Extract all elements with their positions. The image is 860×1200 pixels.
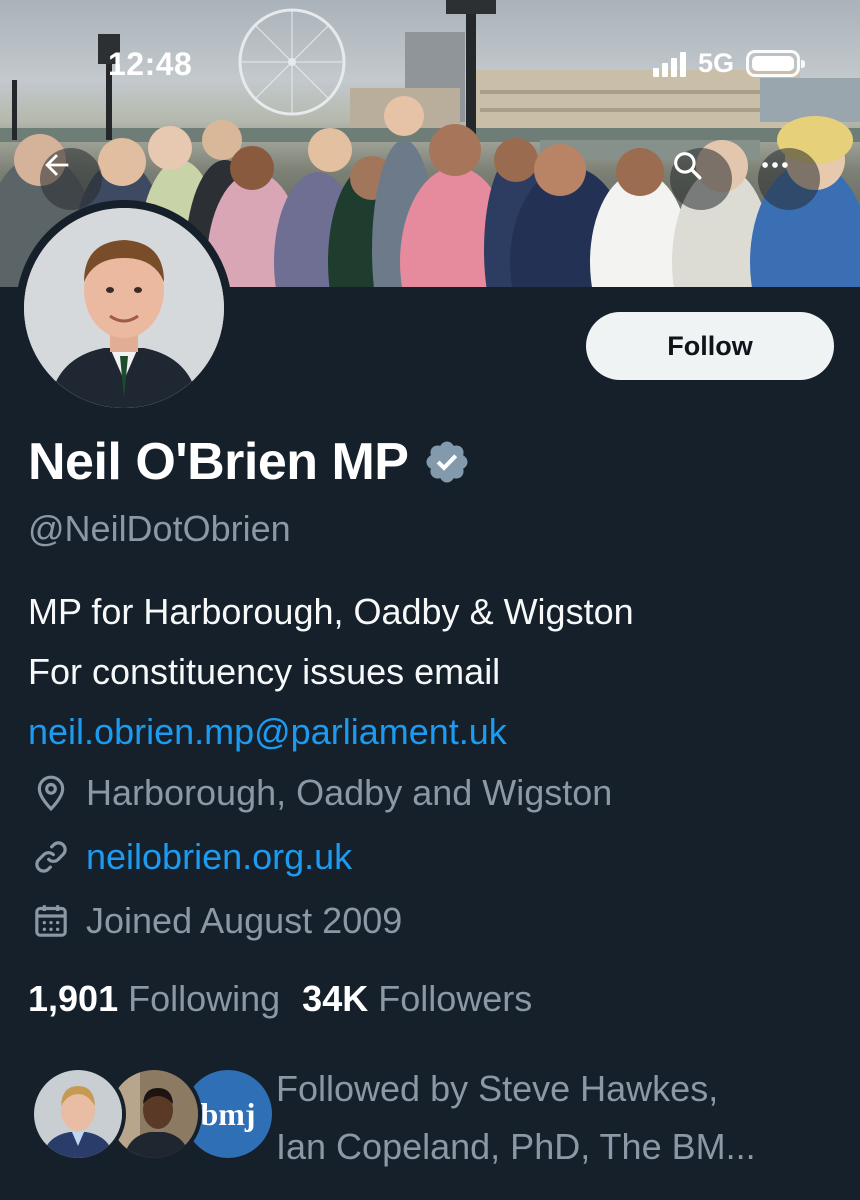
followers-label: Followers <box>378 978 533 1019</box>
more-button[interactable] <box>758 148 820 210</box>
following-stat[interactable]: 1,901 Following <box>28 978 280 1020</box>
following-count: 1,901 <box>28 978 119 1019</box>
avatar-photo <box>24 208 224 408</box>
follow-button[interactable]: Follow <box>586 312 834 380</box>
website-row[interactable]: neilobrien.org.uk <box>30 836 352 878</box>
link-icon <box>30 836 72 878</box>
cellular-signal-icon <box>652 51 686 77</box>
location-text: Harborough, Oadby and Wigston <box>86 772 613 813</box>
more-horizontal-icon <box>762 162 788 168</box>
back-button[interactable] <box>40 148 102 210</box>
location-row: Harborough, Oadby and Wigston <box>30 772 612 814</box>
bmj-logo-text: bmj <box>200 1095 256 1132</box>
following-label: Following <box>128 978 281 1019</box>
search-icon <box>674 152 702 180</box>
followers-count: 34K <box>302 978 369 1019</box>
followed-by-line: Ian Copeland, PhD, The BM... <box>276 1126 756 1167</box>
search-button[interactable] <box>670 148 732 210</box>
website-link[interactable]: neilobrien.org.uk <box>86 836 352 878</box>
profile-stats: 1,901 Following 34K Followers <box>28 978 532 1020</box>
followers-stat[interactable]: 34K Followers <box>302 978 532 1020</box>
status-indicators: 5G <box>652 48 805 79</box>
verified-badge-icon[interactable] <box>423 438 471 486</box>
followed-by-text[interactable]: Followed by Steve Hawkes, Ian Copeland, … <box>276 1060 756 1176</box>
joined-text: Joined August 2009 <box>86 900 403 941</box>
bio-line: MP for Harborough, Oadby & Wigston <box>28 591 634 632</box>
bio-email-link[interactable]: neil.obrien.mp@parliament.uk <box>28 702 634 762</box>
bio-line: For constituency issues email <box>28 651 501 692</box>
handle: @NeilDotObrien <box>28 508 291 549</box>
battery-icon <box>746 50 805 77</box>
network-type: 5G <box>697 48 734 78</box>
follower-avatar <box>30 1066 126 1162</box>
display-name: Neil O'Brien MP <box>28 433 409 491</box>
followed-by-line: Followed by Steve Hawkes, <box>276 1068 719 1109</box>
name-row: Neil O'Brien MP <box>28 432 471 492</box>
location-pin-icon <box>30 772 72 814</box>
profile-screen: 12:48 5G Follow Neil O'Brien MP @NeilDot… <box>0 0 860 1200</box>
profile-avatar[interactable] <box>16 200 232 416</box>
arrow-left-icon <box>45 154 69 176</box>
joined-row: Joined August 2009 <box>30 900 402 942</box>
followed-by-avatars[interactable]: bmj <box>30 1066 276 1166</box>
status-time: 12:48 <box>108 46 193 82</box>
calendar-icon <box>30 900 72 942</box>
bio: MP for Harborough, Oadby & Wigston For c… <box>28 582 634 762</box>
